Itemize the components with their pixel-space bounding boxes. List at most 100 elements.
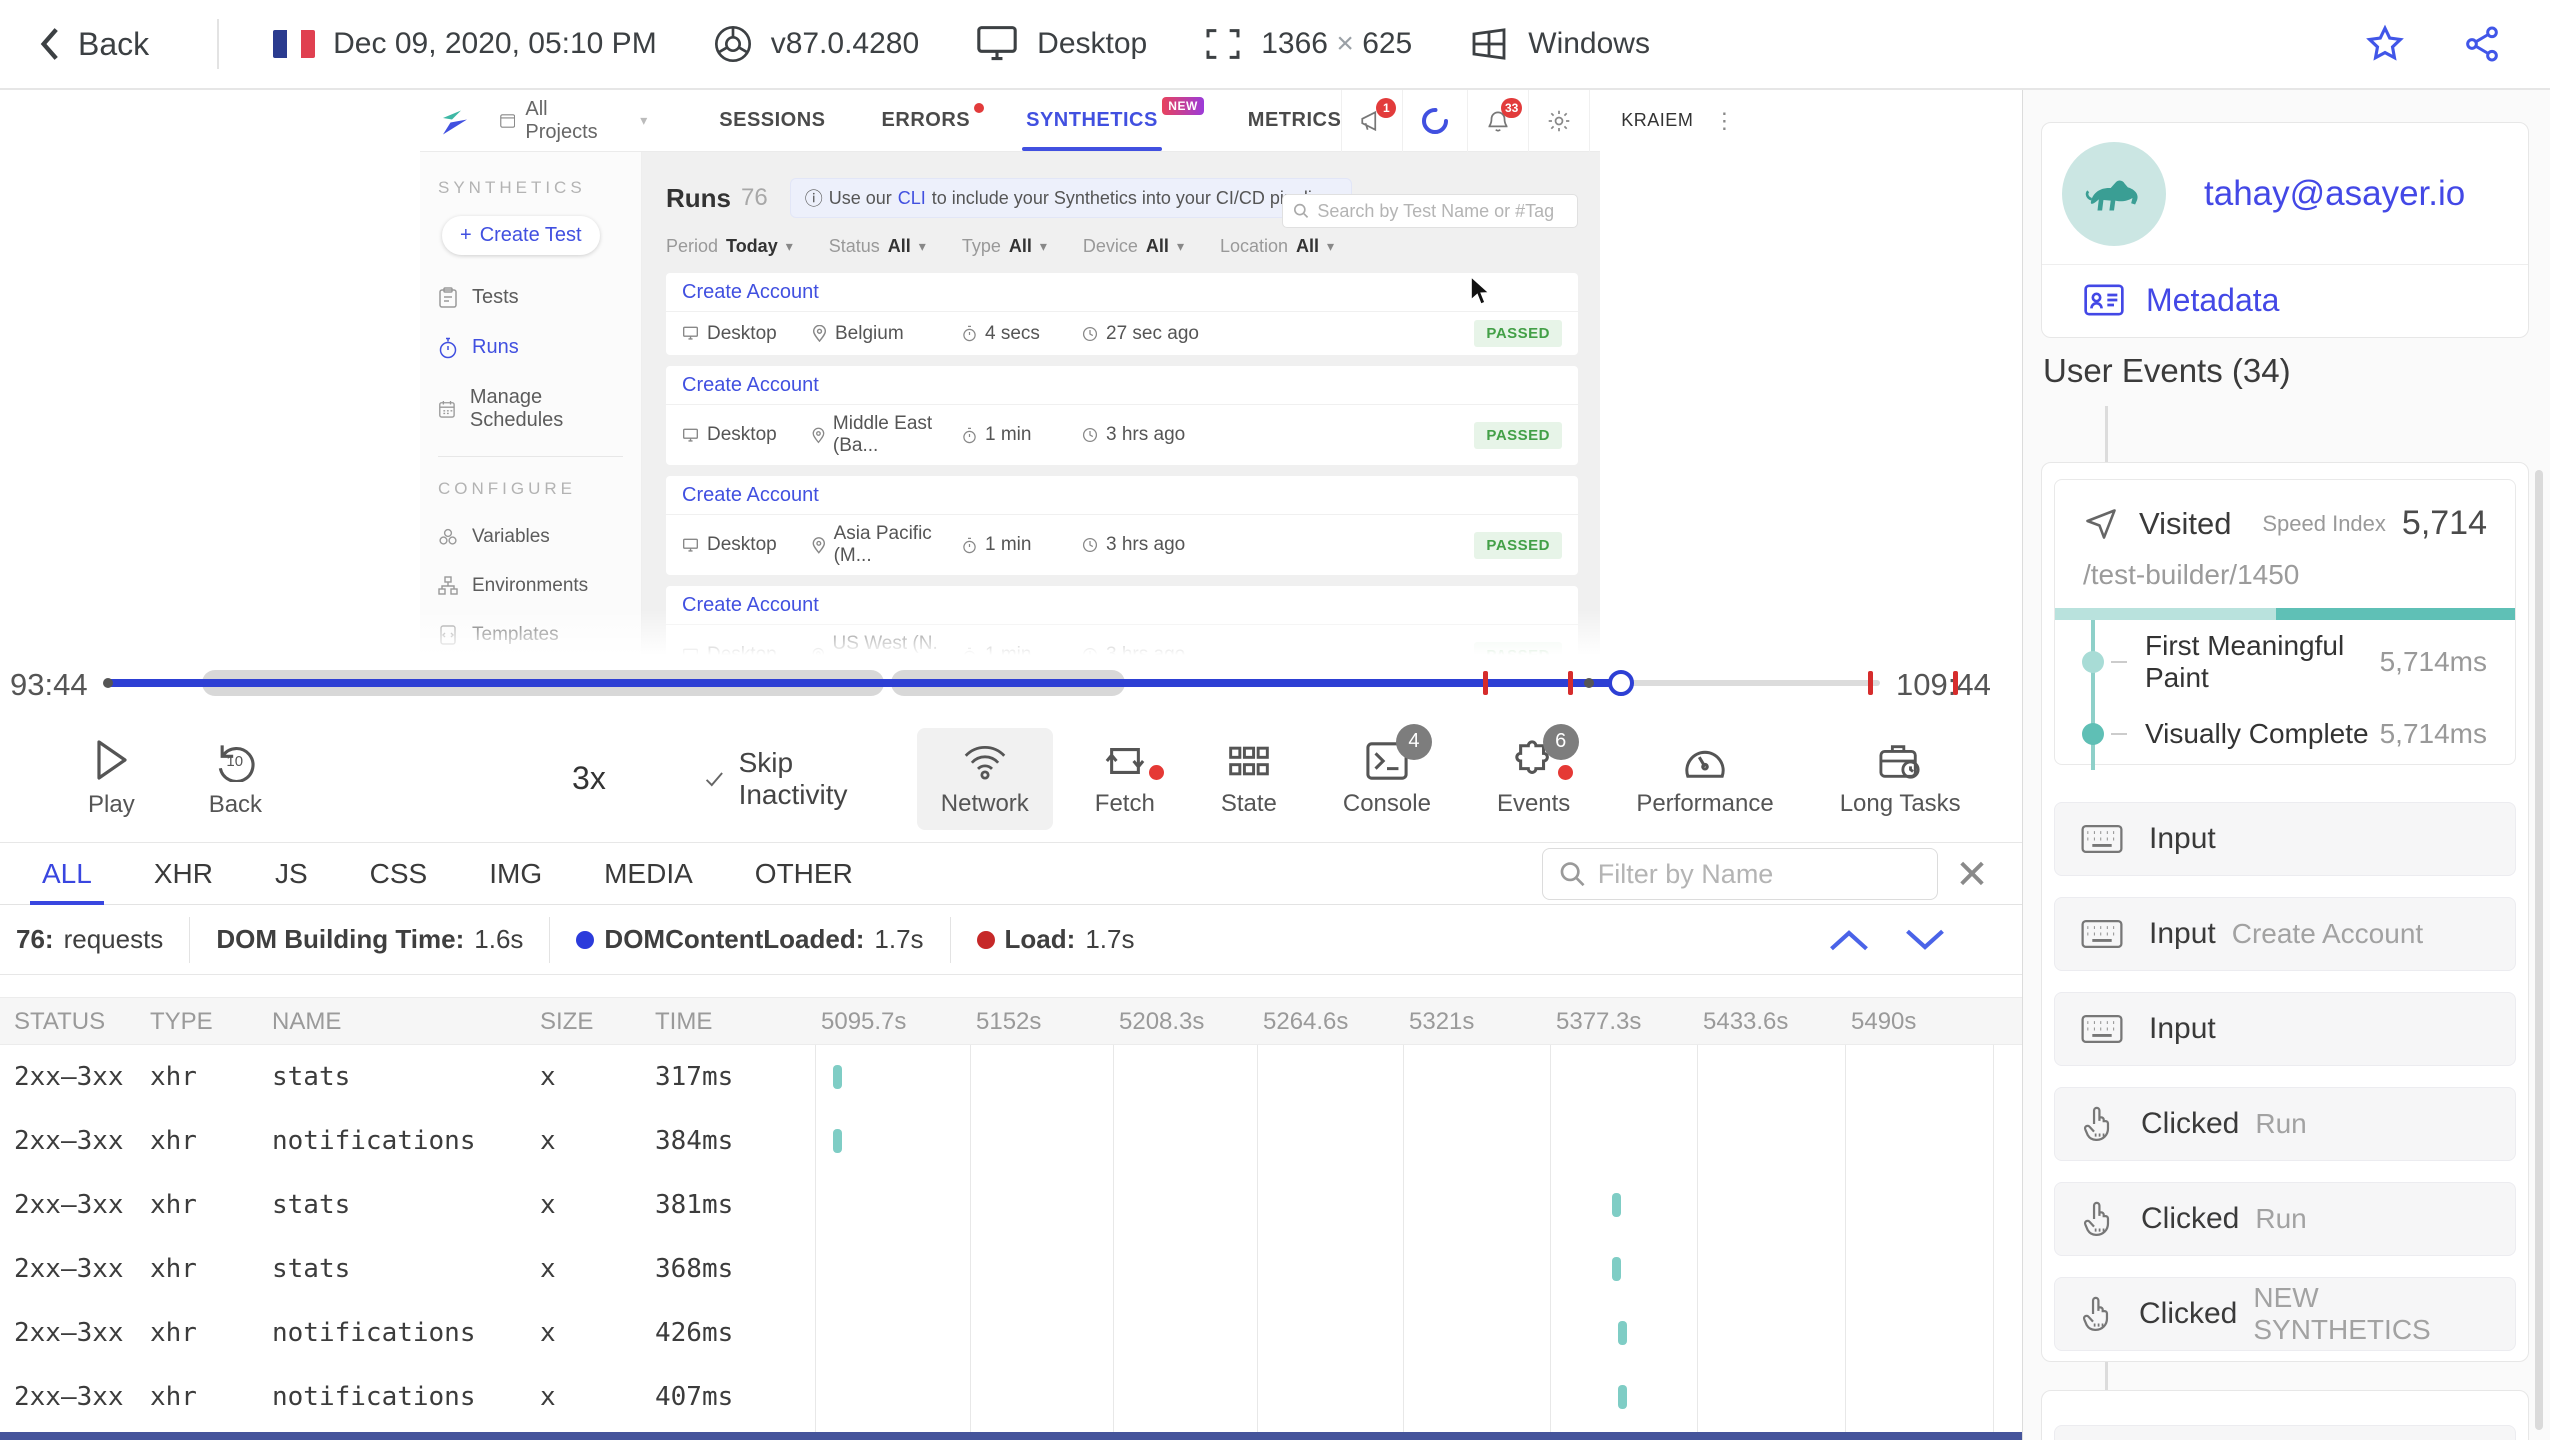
network-filter-input[interactable] (1597, 858, 1921, 890)
test-search-input[interactable] (1317, 200, 1567, 222)
net-tab-all[interactable]: ALL (30, 843, 104, 905)
error-marker[interactable] (1483, 671, 1489, 695)
request-row[interactable]: 2xx–3xx xhr notifications x 426ms (0, 1301, 2022, 1365)
user-menu[interactable]: KRAIEM (1607, 110, 1707, 131)
play-button[interactable]: Play (88, 738, 135, 819)
filter-type[interactable]: Type All ▾ (962, 236, 1047, 257)
speed-toggle[interactable]: 3x (572, 760, 606, 797)
sidebar-item-tests[interactable]: Tests (438, 286, 623, 309)
event-clicked[interactable]: Clicked NEW SYNTHETICS (2054, 1277, 2516, 1351)
request-row[interactable]: 2xx–3xx xhr stats x 368ms (0, 1237, 2022, 1301)
dcl-dot (576, 930, 595, 949)
visited-event-card[interactable]: Visited Speed Index 5,714 /test-builder/… (2054, 479, 2516, 770)
request-row[interactable]: 2xx–3xx xhr stats x 317ms (0, 1045, 2022, 1109)
net-tab-media[interactable]: MEDIA (604, 843, 693, 905)
sidebar-item-environments[interactable]: Environments (438, 575, 623, 597)
tool-fetch[interactable]: Fetch (1071, 728, 1179, 830)
network-filter-box[interactable] (1542, 848, 1938, 900)
close-panel-button[interactable]: ✕ (1950, 853, 1994, 897)
chevron-down-icon: ▾ (640, 112, 648, 128)
cli-link[interactable]: CLI (898, 188, 926, 209)
filter-device[interactable]: Device All ▾ (1083, 236, 1184, 257)
sync-spinner-icon[interactable] (1402, 90, 1467, 152)
dom-building-stat: DOM Building Time: 1.6s (216, 924, 524, 954)
duration-icon (963, 537, 976, 553)
run-name-link[interactable]: Create Account (666, 586, 1578, 625)
tool-network[interactable]: Network (916, 727, 1053, 830)
filter-period[interactable]: Period Today ▾ (666, 236, 793, 257)
error-marker[interactable] (1952, 671, 1958, 695)
net-tab-js[interactable]: JS (275, 843, 308, 905)
net-tab-other[interactable]: OTHER (755, 843, 853, 905)
tool-events[interactable]: 6 Events (1473, 723, 1594, 830)
run-card[interactable]: Create Account Desktop Middle East (Ba..… (666, 366, 1578, 465)
event-input[interactable]: Input (2054, 802, 2516, 876)
request-row[interactable]: 2xx–3xx xhr stats x 381ms (0, 1173, 2022, 1237)
event-clicked[interactable]: Clicked Run (2054, 1182, 2516, 1256)
net-tab-img[interactable]: IMG (489, 843, 542, 905)
metadata-button[interactable]: Metadata (2042, 265, 2528, 335)
run-name-link[interactable]: Create Account (666, 273, 1578, 312)
sidebar-item-templates[interactable]: Templates (438, 624, 623, 646)
runs-title: Runs (666, 182, 731, 213)
tool-long-tasks[interactable]: Long Tasks (1816, 728, 1985, 830)
sidebar-item-variables[interactable]: Variables (438, 526, 623, 548)
share-icon[interactable] (2462, 24, 2502, 64)
run-card[interactable]: Create Account Desktop Asia Pacific (M..… (666, 476, 1578, 575)
run-name-link[interactable]: Create Account (666, 366, 1578, 405)
sidebar-item-manage-schedules[interactable]: Manage Schedules (438, 386, 623, 432)
error-marker[interactable] (1867, 671, 1873, 695)
monitor-icon (683, 428, 698, 442)
time-col-label: 5433.6s (1703, 1008, 1789, 1035)
bottom-scroll-indicator[interactable] (0, 1432, 2022, 1440)
clipboard-icon (439, 286, 457, 308)
tab-metrics[interactable]: METRICS (1248, 109, 1342, 132)
event-input[interactable]: Input Create Account (2054, 897, 2516, 971)
error-marker[interactable] (1568, 671, 1574, 695)
tool-performance[interactable]: Performance (1612, 728, 1797, 830)
project-selector[interactable]: All Projects ▾ (484, 98, 663, 144)
asayer-logo-icon (440, 104, 470, 138)
skip-inactivity-toggle[interactable]: Skip Inactivity (704, 747, 857, 811)
event-input[interactable]: Input (2054, 992, 2516, 1066)
run-name-link[interactable]: Create Account (666, 476, 1578, 515)
net-tab-xhr[interactable]: XHR (154, 843, 213, 905)
net-tab-css[interactable]: CSS (370, 843, 428, 905)
back-10s-button[interactable]: 10 Back (209, 738, 262, 819)
jump-next-icon[interactable] (1904, 927, 1946, 953)
request-timing-bar (1617, 1321, 1627, 1345)
event-clicked[interactable]: Clicked Run (2054, 1087, 2516, 1161)
back-button[interactable]: Back (38, 26, 149, 63)
run-card[interactable]: Create Account Desktop Belgium 4 secs 27… (666, 273, 1578, 355)
request-row[interactable]: 2xx–3xx xhr notifications x 407ms (0, 1365, 2022, 1429)
settings-gear-button[interactable] (1528, 90, 1589, 152)
test-search-box[interactable] (1282, 194, 1578, 228)
status-badge: PASSED (1474, 531, 1562, 559)
session-replay-app: Back Dec 09, 2020, 05:10 PM v87.0.4280 D… (0, 0, 2550, 1440)
tab-errors[interactable]: ERRORS (882, 103, 985, 132)
sidebar-scrollbar[interactable] (2535, 470, 2543, 1430)
tool-state[interactable]: State (1197, 728, 1301, 830)
run-card[interactable]: Create Account Desktop US West (N. Cal..… (666, 586, 1578, 655)
favorite-star-icon[interactable] (2364, 23, 2406, 65)
sidebar-item-runs[interactable]: Runs (438, 336, 623, 359)
tab-synthetics[interactable]: SYNTHETICS NEW (1022, 97, 1204, 151)
filter-status[interactable]: Status All ▾ (829, 236, 926, 257)
location-pin-icon (812, 536, 826, 554)
keyboard-icon (2081, 919, 2123, 949)
request-row[interactable]: 2xx–3xx xhr notifications x 384ms (0, 1109, 2022, 1173)
create-test-button[interactable]: + Create Test (442, 216, 600, 255)
chevron-left-icon (38, 26, 60, 62)
filter-location[interactable]: Location All ▾ (1220, 236, 1334, 257)
user-email[interactable]: tahay@asayer.io (2204, 174, 2465, 214)
playhead-handle[interactable] (1608, 670, 1635, 696)
notifications-bell-button[interactable]: 33 (1467, 90, 1528, 152)
announcements-button[interactable]: 1 (1341, 90, 1402, 152)
tab-sessions[interactable]: SESSIONS (719, 109, 825, 132)
timeline-track[interactable] (103, 670, 1958, 696)
tool-console[interactable]: 4 Console (1319, 723, 1455, 830)
jump-prev-icon[interactable] (1828, 927, 1870, 953)
clock-icon (1082, 427, 1098, 443)
replay-nav-bar: All Projects ▾ SESSIONS ERRORS SYNTHETIC… (420, 90, 1735, 152)
kebab-menu-icon[interactable]: ⋮ (1713, 108, 1735, 134)
